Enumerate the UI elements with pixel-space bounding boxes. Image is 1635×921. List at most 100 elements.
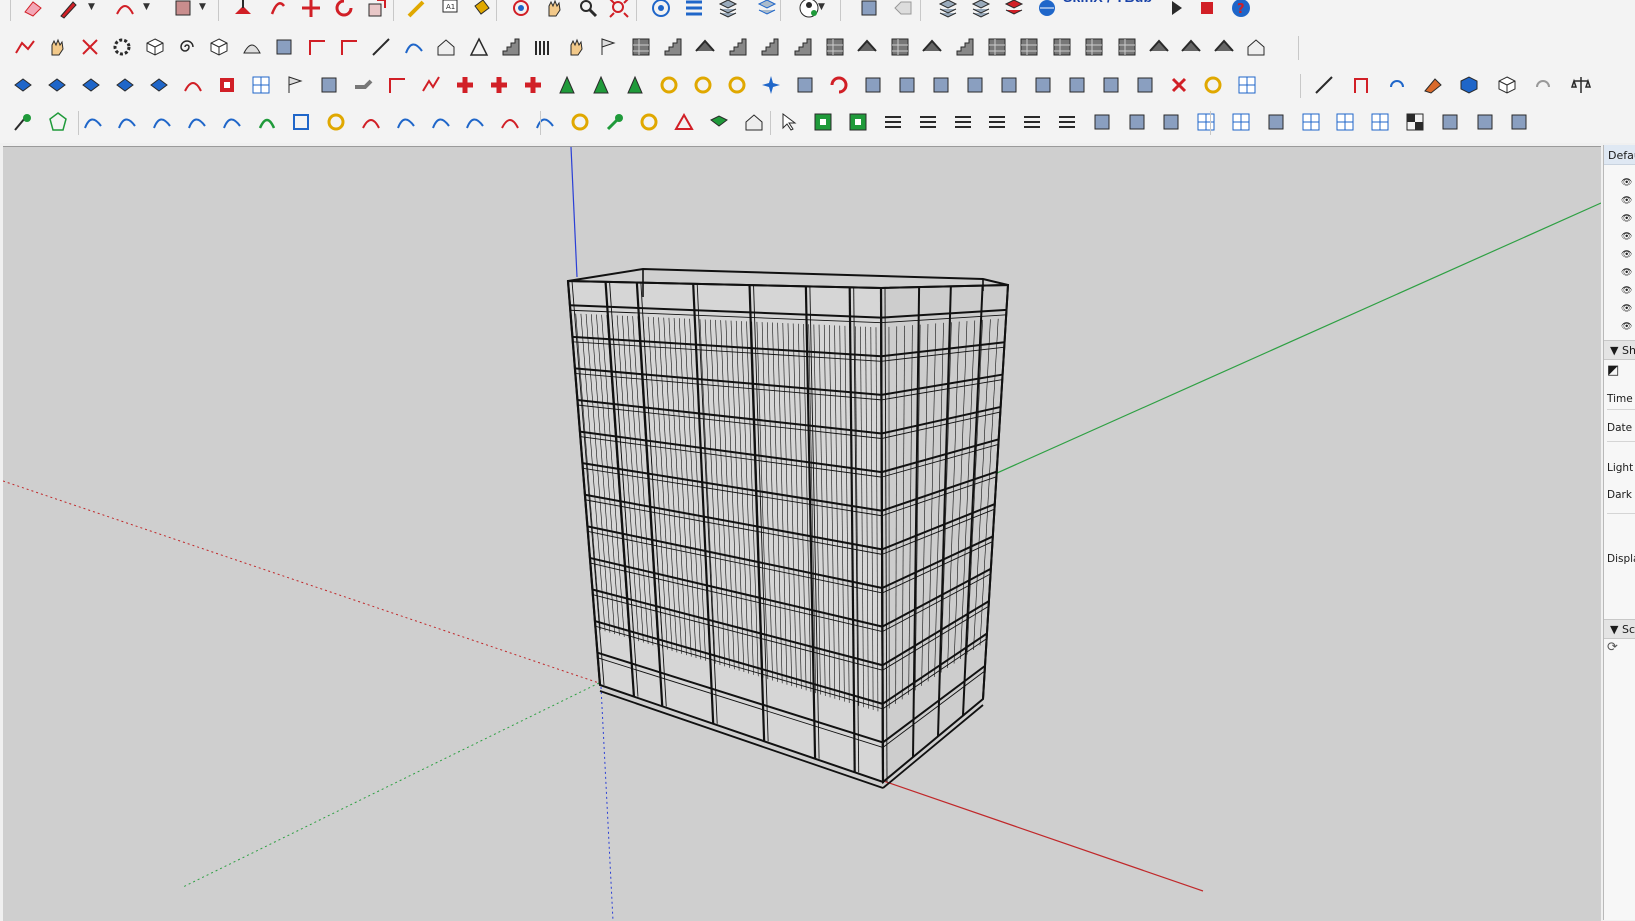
- toolbar-tool-box[interactable]: [962, 72, 988, 98]
- toolbar-tool-wrench[interactable]: [602, 109, 628, 135]
- send-to-layout-icon[interactable]: [890, 0, 916, 21]
- stack-icon[interactable]: [715, 0, 741, 21]
- toolbar-tool-stairs[interactable]: [498, 34, 524, 60]
- toolbar-tool-square[interactable]: [288, 109, 314, 135]
- toolbar-tool-box[interactable]: [1158, 109, 1184, 135]
- toolbar-tool-cube[interactable]: [142, 34, 168, 60]
- red-stack-icon[interactable]: [1001, 0, 1027, 21]
- toolbar-tool-roof[interactable]: [854, 34, 880, 60]
- toolbar-tool-pen[interactable]: [10, 109, 36, 135]
- toolbar-tool-columns[interactable]: [530, 34, 556, 60]
- toolbar-tool-curve[interactable]: [114, 109, 140, 135]
- toolbar-tool-lines[interactable]: [1054, 109, 1080, 135]
- layer-stack-2-icon[interactable]: [968, 0, 994, 21]
- toolbar-tool-stairs[interactable]: [660, 34, 686, 60]
- stop-button[interactable]: [1194, 0, 1220, 21]
- toolbar-tool-arc[interactable]: [358, 109, 384, 135]
- layer-visibility-eye-icon[interactable]: 👁: [1621, 322, 1631, 332]
- toolbar-tool-greenbox[interactable]: [845, 109, 871, 135]
- toolbar-tool-curve[interactable]: [393, 109, 419, 135]
- toolbar-tool-stairs[interactable]: [725, 34, 751, 60]
- toolbar-tool-cone[interactable]: [588, 72, 614, 98]
- toolbar-tool-curve[interactable]: [149, 109, 175, 135]
- toolbar-tool-polygon[interactable]: [45, 109, 71, 135]
- redo-icon[interactable]: [1384, 72, 1410, 98]
- toolbar-tool-circle[interactable]: [656, 72, 682, 98]
- layer-visibility-eye-icon[interactable]: 👁: [1621, 268, 1631, 278]
- toolbar-tool-box[interactable]: [1132, 72, 1158, 98]
- toolbar-tool-grid[interactable]: [1332, 109, 1358, 135]
- toolbar-tool-box[interactable]: [996, 72, 1022, 98]
- toolbar-tool-lines[interactable]: [880, 109, 906, 135]
- component-icon[interactable]: [1456, 72, 1482, 98]
- chevron-down-icon[interactable]: ▼: [818, 2, 825, 12]
- layer-visibility-eye-icon[interactable]: 👁: [1621, 178, 1631, 188]
- toolbar-tool-star[interactable]: [758, 72, 784, 98]
- toolbar-tool-roof[interactable]: [1211, 34, 1237, 60]
- eraser-tool[interactable]: [20, 0, 46, 21]
- paint-bucket-tool[interactable]: [468, 0, 494, 21]
- toolbar-tool-box[interactable]: [1030, 72, 1056, 98]
- toolbar-tool-grid[interactable]: [1367, 109, 1393, 135]
- toolbar-tool-curve[interactable]: [401, 34, 427, 60]
- toolbar-tool-cross[interactable]: [486, 72, 512, 98]
- toolbar-tool-dome[interactable]: [239, 34, 265, 60]
- toolbar-tool-house[interactable]: [433, 34, 459, 60]
- toolbar-tool-curve[interactable]: [428, 109, 454, 135]
- toolbar-tool-cursor[interactable]: [776, 109, 802, 135]
- toolbar-tool-polyline[interactable]: [12, 34, 38, 60]
- toolbar-tool-house[interactable]: [741, 109, 767, 135]
- rectangle-tool[interactable]: [170, 0, 196, 21]
- toolbar-tool-wall[interactable]: [1114, 34, 1140, 60]
- toolbar-tool-box[interactable]: [1472, 109, 1498, 135]
- toolbar-tool-greenarc[interactable]: [254, 109, 280, 135]
- toolbar-tool-curve[interactable]: [532, 109, 558, 135]
- toolbar-tool-tri[interactable]: [466, 34, 492, 60]
- toolbar-tool-grid[interactable]: [1228, 109, 1254, 135]
- toolbar-tool-circle[interactable]: [567, 109, 593, 135]
- undo-icon[interactable]: [1530, 72, 1556, 98]
- toolbar-tool-box[interactable]: [1089, 109, 1115, 135]
- toolbar-tool-greenbox[interactable]: [810, 109, 836, 135]
- pan-tool[interactable]: [541, 0, 567, 21]
- tape-measure-tool[interactable]: [404, 0, 430, 21]
- toolbar-tool-wall[interactable]: [1081, 34, 1107, 60]
- blue-cube-icon[interactable]: [1494, 72, 1520, 98]
- line-icon[interactable]: [1311, 72, 1337, 98]
- toolbar-tool-box[interactable]: [1506, 109, 1532, 135]
- toolbar-tool-stairs[interactable]: [952, 34, 978, 60]
- toolbar-tool-hand[interactable]: [44, 34, 70, 60]
- toolbar-tool-corner[interactable]: [384, 72, 410, 98]
- toolbar-tool-grid[interactable]: [1234, 72, 1260, 98]
- layer-stack-icon[interactable]: [935, 0, 961, 21]
- toolbar-tool-curve[interactable]: [184, 109, 210, 135]
- shadow-toggle-icon[interactable]: ◩: [1607, 363, 1619, 378]
- toolbar-tool-roof[interactable]: [692, 34, 718, 60]
- toolbar-tool-circle[interactable]: [690, 72, 716, 98]
- toolbar-tool-wall[interactable]: [1016, 34, 1042, 60]
- section-icon[interactable]: [1348, 72, 1374, 98]
- move-tool[interactable]: [298, 0, 324, 21]
- toolbar-tool-tile[interactable]: [44, 72, 70, 98]
- toolbar-tool-box[interactable]: [1064, 72, 1090, 98]
- model-scene[interactable]: [3, 147, 1601, 921]
- push-pull-tool[interactable]: [230, 0, 256, 21]
- toolbar-tool-curve[interactable]: [80, 109, 106, 135]
- toolbar-tool-wall[interactable]: [1049, 34, 1075, 60]
- toolbar-tool-box[interactable]: [1124, 109, 1150, 135]
- building-model[interactable]: [568, 269, 1008, 788]
- toolbar-tool-gear[interactable]: [109, 34, 135, 60]
- toolbar-tool-box[interactable]: [860, 72, 886, 98]
- toolbar-tool-cube[interactable]: [206, 34, 232, 60]
- shadows-section-header[interactable]: ▼ Sh: [1604, 340, 1635, 360]
- layer-visibility-eye-icon[interactable]: 👁: [1621, 214, 1631, 224]
- help-button[interactable]: ?: [1228, 0, 1254, 21]
- layer-visibility-eye-icon[interactable]: 👁: [1621, 250, 1631, 260]
- toolbar-tool-lines[interactable]: [950, 109, 976, 135]
- toolbar-tool-box[interactable]: [894, 72, 920, 98]
- model-info-icon[interactable]: [648, 0, 674, 21]
- zoom-tool[interactable]: [575, 0, 601, 21]
- toolbar-tool-circle[interactable]: [724, 72, 750, 98]
- toolbar-tool-redline[interactable]: [418, 72, 444, 98]
- toolbar-tool-tile[interactable]: [78, 72, 104, 98]
